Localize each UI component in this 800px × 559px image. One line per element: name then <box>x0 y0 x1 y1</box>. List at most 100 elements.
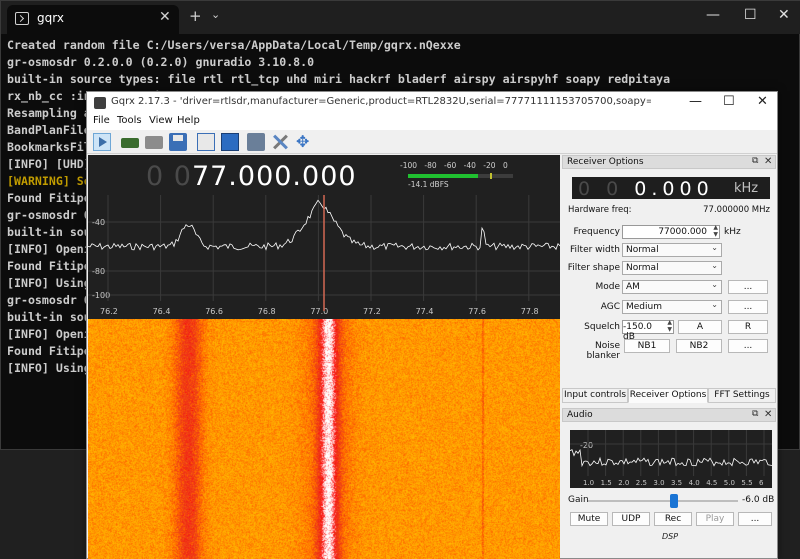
open-folder-icon[interactable] <box>145 136 163 149</box>
device-chip-icon[interactable] <box>121 138 139 148</box>
audio-db-tick: -20 <box>580 441 593 450</box>
save-icon[interactable] <box>169 133 187 151</box>
frequency-display[interactable]: 0 077.000.000 <box>146 161 357 192</box>
filter-shape-select[interactable]: Normal ⌄ <box>622 261 722 275</box>
minimize-icon[interactable]: — <box>706 7 720 23</box>
mode-select[interactable]: AM ⌄ <box>622 280 722 294</box>
tab-input-controls[interactable]: Input controls <box>562 388 628 403</box>
squelch-label: Squelch <box>584 322 620 332</box>
agc-select[interactable]: Medium ⌄ <box>622 300 722 314</box>
menu-view[interactable]: View <box>149 115 173 126</box>
squelch-reset-button[interactable]: R <box>728 320 768 334</box>
waterfall[interactable] <box>88 319 560 559</box>
terminal-tab-title: gqrx <box>37 11 64 25</box>
close-icon[interactable]: ✕ <box>764 156 772 167</box>
hardware-freq-value: 77.000000 MHz <box>703 205 770 215</box>
terminal-line: gr-osmosdr 0.2.0.0 (0.2.0) gnuradio 3.10… <box>7 55 315 69</box>
frequency-label: Frequency <box>573 227 621 237</box>
chevron-down-icon[interactable]: ⌄ <box>211 8 220 21</box>
new-tab-icon[interactable]: + <box>189 7 202 25</box>
tools-icon[interactable] <box>271 133 289 151</box>
record-button[interactable]: Rec <box>654 512 692 526</box>
audio-options-button[interactable]: ... <box>738 512 772 526</box>
dsp-label: DSP <box>662 532 679 541</box>
screenshot-icon[interactable] <box>221 133 239 151</box>
float-icon[interactable]: ⧉ <box>752 156 758 166</box>
gain-slider-handle[interactable] <box>669 494 678 508</box>
gain-slider[interactable] <box>588 494 738 508</box>
gain-value: -6.0 dB <box>742 495 775 505</box>
audio-header: Audio ⧉ ✕ <box>562 408 776 422</box>
mute-button[interactable]: Mute <box>570 512 608 526</box>
menu-bar: File Tools View Help <box>87 114 777 130</box>
offset-leading-zeros: 0 0 <box>578 178 624 200</box>
nb-options-button[interactable]: ... <box>728 339 768 353</box>
receiver-offset-display[interactable]: 0 0 0.000 kHz <box>572 177 770 200</box>
filter-width-select[interactable]: Normal ⌄ <box>622 243 722 257</box>
spin-arrows-icon[interactable]: ▲ ▼ <box>713 224 718 238</box>
db-tick-label: -100 <box>92 291 110 300</box>
terminal-tab[interactable]: gqrx ✕ <box>7 5 179 34</box>
freq-tick-label: 76.2 <box>100 307 118 316</box>
close-window-icon[interactable]: ✕ <box>778 7 790 23</box>
maximize-icon[interactable]: ☐ <box>723 94 735 109</box>
meter-bar <box>408 173 513 179</box>
terminal-line: Created random file C:/Users/versa/AppDa… <box>7 38 461 52</box>
agc-value: Medium <box>626 302 662 312</box>
float-icon[interactable]: ⧉ <box>752 409 758 419</box>
menu-tools[interactable]: Tools <box>117 115 142 126</box>
meter-scale: -100 -80 -60 -40 -20 0 <box>400 161 508 170</box>
spectrum-plot[interactable]: -40 -80 -100 76.2 76.4 76.6 76.8 77.0 77.2 77.4 77… <box>88 155 560 319</box>
udp-button[interactable]: UDP <box>612 512 650 526</box>
chevron-down-icon: ⌄ <box>711 261 718 270</box>
squelch-spinbox[interactable]: -150.0 dB ▲ ▼ <box>622 319 674 342</box>
minimize-icon[interactable]: — <box>689 94 702 109</box>
spin-arrows-icon[interactable]: ▲ ▼ <box>667 319 672 333</box>
audio-title: Audio <box>567 410 593 420</box>
start-dsp-icon[interactable] <box>93 133 111 151</box>
remote-control-icon[interactable] <box>247 133 265 151</box>
move-icon[interactable] <box>295 132 313 151</box>
audio-freq-tick: 4.5 <box>706 479 717 487</box>
menu-file[interactable]: File <box>93 115 110 126</box>
freq-tick-label: 77.0 <box>310 307 328 316</box>
receiver-options-pane: Receiver Options ⧉ ✕ 0 0 0.000 kHz Hardw… <box>562 155 776 387</box>
frequency-spinbox[interactable]: 77000.000 ▲ ▼ <box>622 224 720 239</box>
tab-receiver-options[interactable]: Receiver Options <box>628 388 708 403</box>
gain-label: Gain <box>568 495 589 505</box>
audio-freq-tick: 5.5 <box>741 479 752 487</box>
freq-tick-label: 77.6 <box>468 307 486 316</box>
waterfall-canvas <box>88 319 560 559</box>
freq-tick-label: 76.8 <box>258 307 276 316</box>
close-icon[interactable]: ✕ <box>764 409 772 420</box>
agc-options-button[interactable]: ... <box>728 300 768 314</box>
freq-tick-label: 76.4 <box>153 307 171 316</box>
squelch-auto-button[interactable]: A <box>678 320 722 334</box>
gqrx-titlebar: Gqrx 2.17.3 - 'driver=rtlsdr,manufacture… <box>87 92 777 114</box>
audio-freq-tick: 4.0 <box>689 479 700 487</box>
chevron-down-icon: ⌄ <box>711 300 718 309</box>
mode-options-button[interactable]: ... <box>728 280 768 294</box>
maximize-icon[interactable]: ☐ <box>744 7 757 23</box>
chevron-down-icon: ⌄ <box>711 243 718 252</box>
nb2-button[interactable]: NB2 <box>676 339 722 353</box>
mode-value: AM <box>626 282 640 292</box>
meter-dbfs: -14.1 dBFS <box>408 180 449 189</box>
terminal-titlebar: gqrx ✕ + ⌄ — ☐ ✕ <box>1 1 800 34</box>
menu-help[interactable]: Help <box>177 115 200 126</box>
signal-meter: -100 -80 -60 -40 -20 0 -14.1 dBFS <box>400 161 530 191</box>
terminal-line: built-in source types: file rtl rtl_tcp … <box>7 72 671 86</box>
nb1-button[interactable]: NB1 <box>624 339 670 353</box>
terminal-icon <box>15 12 29 25</box>
filter-width-label: Filter width <box>570 245 620 255</box>
bookmark-icon[interactable] <box>197 133 215 151</box>
filter-shape-label: Filter shape <box>567 263 620 273</box>
tab-fft-settings[interactable]: FFT Settings <box>708 388 776 403</box>
play-button[interactable]: Play <box>696 512 734 526</box>
gqrx-window-title: Gqrx 2.17.3 - 'driver=rtlsdr,manufacture… <box>111 96 651 107</box>
audio-freq-tick: 2.0 <box>618 479 629 487</box>
close-icon[interactable]: ✕ <box>757 94 768 109</box>
audio-fft-plot[interactable]: -20 1.0 1.5 2.0 2.5 3.0 3.5 4.0 4.5 5.0 5.5 6 <box>569 430 773 488</box>
audio-freq-tick: 3.0 <box>653 479 664 487</box>
close-tab-icon[interactable]: ✕ <box>159 9 171 25</box>
